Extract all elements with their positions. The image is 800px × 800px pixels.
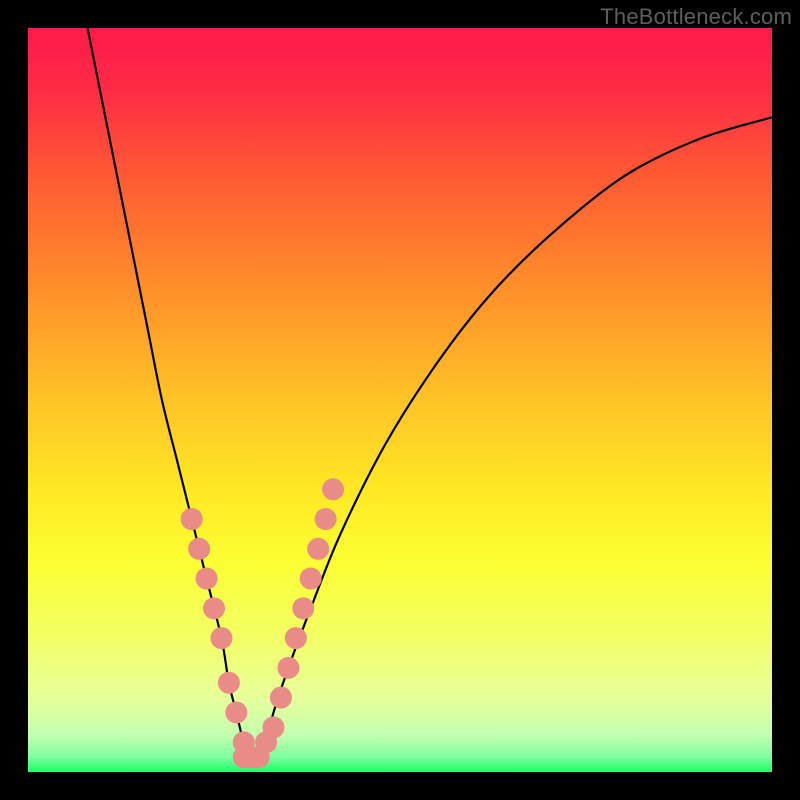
marker-dot: [181, 508, 203, 530]
chart-svg: [28, 28, 772, 772]
gradient-background: [28, 28, 772, 772]
marker-dot: [300, 568, 322, 590]
marker-dot: [307, 538, 329, 560]
marker-dot: [292, 597, 314, 619]
marker-dot: [203, 597, 225, 619]
marker-dot: [225, 701, 247, 723]
chart-frame: TheBottleneck.com: [0, 0, 800, 800]
marker-dot: [196, 568, 218, 590]
marker-dot: [263, 716, 285, 738]
marker-dot: [277, 657, 299, 679]
marker-dot: [210, 627, 232, 649]
marker-dot: [315, 508, 337, 530]
marker-dot: [218, 672, 240, 694]
plot-area: [28, 28, 772, 772]
marker-dot: [188, 538, 210, 560]
watermark-text: TheBottleneck.com: [600, 4, 792, 30]
marker-dot: [322, 478, 344, 500]
marker-dot: [285, 627, 307, 649]
marker-dot: [270, 687, 292, 709]
